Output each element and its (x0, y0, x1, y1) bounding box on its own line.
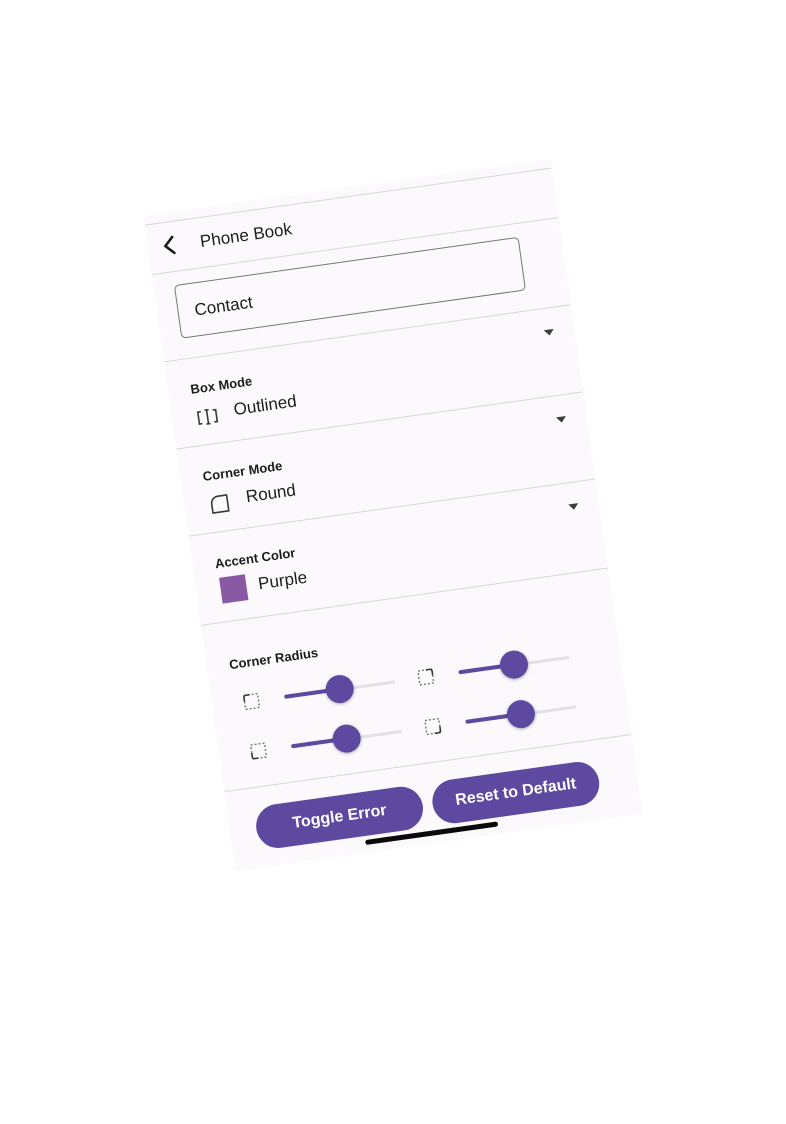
corner-bottom-left-icon (248, 741, 268, 761)
slider-thumb[interactable] (498, 648, 530, 681)
corner-top-right-slider[interactable] (457, 644, 572, 685)
accent-color-value: Purple (256, 567, 309, 594)
corner-bottom-right-icon (423, 716, 443, 736)
corner-top-left-slider[interactable] (282, 668, 397, 709)
corner-top-left-icon (241, 691, 261, 711)
phone-screen: Phone Book Contact Box Mode Outlined Cor… (144, 159, 642, 871)
corner-mode-value: Round (244, 480, 297, 507)
slider-thumb[interactable] (323, 673, 356, 705)
slider-thumb[interactable] (330, 722, 363, 755)
corner-bottom-left-slider[interactable] (289, 718, 404, 759)
corner-bottom-right-slider[interactable] (464, 693, 579, 734)
reset-default-button[interactable]: Reset to Default (429, 759, 603, 827)
dropdown-arrow-icon (543, 328, 555, 337)
accent-color-label: Accent Color (214, 545, 297, 572)
corner-radius-label: Corner Radius (228, 644, 319, 673)
color-swatch (219, 574, 249, 604)
screen: Phone Book Contact Box Mode Outlined Cor… (0, 0, 786, 1124)
corner-mode-label: Corner Mode (201, 458, 284, 485)
box-mode-value: Outlined (232, 391, 298, 420)
text-field-value: Contact (193, 292, 254, 320)
dropdown-arrow-icon (555, 415, 567, 424)
slider-thumb[interactable] (505, 698, 537, 730)
dropdown-arrow-icon (568, 503, 579, 511)
round-corner-icon (207, 492, 232, 517)
corner-top-right-icon (416, 667, 436, 687)
page-title: Phone Book (198, 219, 294, 252)
toggle-error-button[interactable]: Toggle Error (253, 783, 426, 851)
back-arrow-icon[interactable] (157, 232, 184, 259)
outlined-box-icon (195, 404, 220, 429)
box-mode-label: Box Mode (189, 373, 254, 397)
